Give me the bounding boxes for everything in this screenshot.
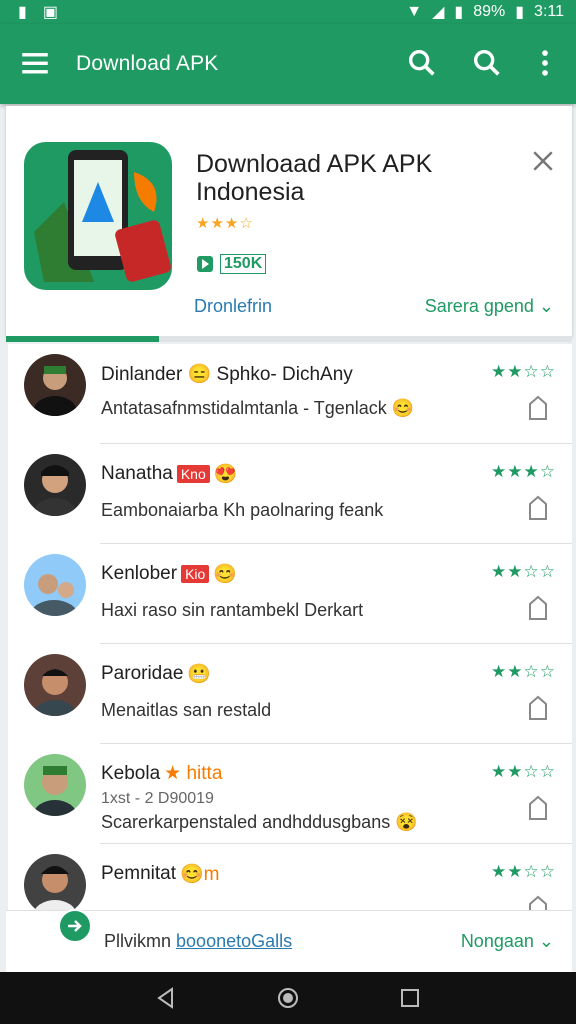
battery-icon: ▮ bbox=[454, 4, 464, 21]
footer-left: Pllvikmn booonetoGalls bbox=[104, 931, 292, 952]
menu-icon[interactable] bbox=[18, 46, 52, 80]
home-icon[interactable] bbox=[276, 986, 300, 1010]
search-icon[interactable] bbox=[405, 46, 439, 80]
page-title: Download APK bbox=[76, 52, 219, 75]
footer-link[interactable]: booonetoGalls bbox=[176, 931, 292, 951]
app-logo bbox=[24, 142, 172, 290]
fab-button[interactable] bbox=[58, 909, 92, 943]
review-meta: 1xst - 2 D90019 bbox=[101, 790, 214, 807]
review-stars: ★★☆☆ bbox=[491, 362, 556, 381]
clock: 3:11 bbox=[534, 3, 564, 20]
avatar bbox=[24, 754, 86, 816]
reviewer-name-row: Kebola ★ hitta bbox=[101, 762, 222, 785]
emoji: ★ hitta bbox=[164, 763, 223, 784]
progress-fill bbox=[6, 336, 159, 342]
review-text: Menaitlas san restald bbox=[101, 700, 272, 720]
app-link-left[interactable]: Dronlefrin bbox=[194, 296, 272, 317]
share-icon[interactable] bbox=[526, 394, 550, 422]
chevron-down-icon: ⌄ bbox=[538, 931, 554, 951]
review-stars: ★★☆☆ bbox=[491, 762, 556, 781]
play-icon bbox=[197, 256, 213, 272]
screen-icon: ▣ bbox=[42, 4, 58, 21]
reviewer-name: Paroridae bbox=[101, 663, 184, 684]
download-count-row: 150K bbox=[196, 254, 267, 274]
sim-icon: ▮ bbox=[18, 4, 27, 21]
more-vert-icon[interactable] bbox=[528, 46, 562, 80]
nav-bar bbox=[0, 972, 576, 1024]
review-text: Haxi raso sin rantambekl Derkart bbox=[101, 600, 364, 620]
footer-right-label: Nongaan bbox=[460, 931, 534, 951]
reviewer-name: Nanatha bbox=[101, 463, 173, 484]
wifi-icon: ▼ bbox=[406, 3, 423, 20]
reviewer-name: Kenlober bbox=[101, 563, 178, 584]
close-icon[interactable] bbox=[528, 146, 558, 176]
app-link-right[interactable]: Sarera gpend ⌄ bbox=[425, 296, 554, 317]
avatar bbox=[24, 654, 86, 716]
list-item[interactable]: Nanatha Kno 😍 Eambonaiarba Kh paolnaring f… bbox=[8, 444, 572, 544]
review-text: Scarerkarpenstaled andhddusgbans 😵 bbox=[101, 812, 418, 832]
emoji: 😬 bbox=[187, 664, 212, 685]
share-icon[interactable] bbox=[526, 894, 550, 910]
review-stars: ★★★☆ bbox=[491, 462, 556, 481]
review-list: Dinlander 😑 Sphko- DichAny Antatasafnmst… bbox=[8, 344, 572, 910]
recents-icon[interactable] bbox=[398, 986, 422, 1010]
signal-icon: ◢ bbox=[432, 4, 445, 21]
app-card: Downloaad APK APK Indonesia ★★★☆ 150K Dr… bbox=[6, 106, 572, 336]
battery-percent: 89% bbox=[473, 3, 506, 20]
back-icon[interactable] bbox=[154, 986, 178, 1010]
download-count: 150K bbox=[220, 254, 267, 274]
avatar bbox=[24, 554, 86, 616]
reviewer-name-row: Paroridae 😬 bbox=[101, 662, 211, 686]
reviewer-name-row: Kenlober Kio 😊 bbox=[101, 562, 237, 586]
avatar bbox=[24, 854, 86, 910]
footer-bar: Pllvikmn booonetoGalls Nongaan ⌄ bbox=[6, 909, 572, 973]
list-item[interactable]: Pemnitat 😊m ★★☆☆ bbox=[8, 844, 572, 910]
list-item[interactable]: Kebola ★ hitta 1xst - 2 D90019 Scarerkarp… bbox=[8, 744, 572, 844]
share-icon[interactable] bbox=[526, 494, 550, 522]
review-text: Eambonaiarba Kh paolnaring feank bbox=[101, 500, 384, 520]
status-bar: ▮ ▣ ▼ ◢ ▮ 89% ▮ 3:11 bbox=[0, 0, 576, 24]
progress-bar bbox=[6, 336, 572, 342]
share-icon[interactable] bbox=[526, 694, 550, 722]
status-badge: Kio bbox=[181, 565, 210, 583]
reviewer-name: Dinlander 😑 Sphko- DichAny bbox=[101, 364, 353, 385]
app-title: Downloaad APK APK Indonesia bbox=[196, 150, 433, 206]
reviewer-name: Kebola bbox=[101, 762, 161, 784]
review-text: Antatasafnmstidalmtanla - Tgenlack 😊 bbox=[101, 398, 415, 418]
reviewer-name-row: Nanatha Kno 😍 bbox=[101, 462, 237, 486]
avatar bbox=[24, 354, 86, 416]
emoji: 😍 bbox=[213, 464, 238, 485]
list-item[interactable]: Dinlander 😑 Sphko- DichAny Antatasafnmst… bbox=[8, 344, 572, 444]
avatar bbox=[24, 454, 86, 516]
chevron-down-icon: ⌄ bbox=[538, 296, 554, 316]
footer-left-label: Pllvikmn bbox=[104, 931, 172, 951]
list-item[interactable]: Paroridae 😬 Menaitlas san restald ★★☆☆ bbox=[8, 644, 572, 744]
review-stars: ★★☆☆ bbox=[491, 662, 556, 681]
review-stars: ★★☆☆ bbox=[491, 862, 556, 881]
reviewer-name: Pemnitat bbox=[101, 863, 176, 884]
app-bar: Download APK bbox=[0, 24, 576, 104]
status-badge: Kno bbox=[176, 465, 210, 483]
review-stars: ★★☆☆ bbox=[491, 562, 556, 581]
footer-right[interactable]: Nongaan ⌄ bbox=[461, 931, 554, 952]
share-icon[interactable] bbox=[526, 794, 550, 822]
emoji: 😊m bbox=[179, 864, 220, 885]
reviewer-name-row: Pemnitat 😊m bbox=[101, 862, 219, 886]
app-link-right-label: Sarera gpend bbox=[424, 296, 534, 316]
search-icon[interactable] bbox=[470, 46, 504, 80]
arrow-right-icon bbox=[68, 920, 82, 932]
app-rating: ★★★☆ bbox=[196, 215, 254, 232]
emoji: 😊 bbox=[213, 564, 237, 585]
share-icon[interactable] bbox=[526, 594, 550, 622]
list-item[interactable]: Kenlober Kio 😊 Haxi raso sin rantambekl De… bbox=[8, 544, 572, 644]
battery-icon-2: ▮ bbox=[515, 4, 525, 21]
